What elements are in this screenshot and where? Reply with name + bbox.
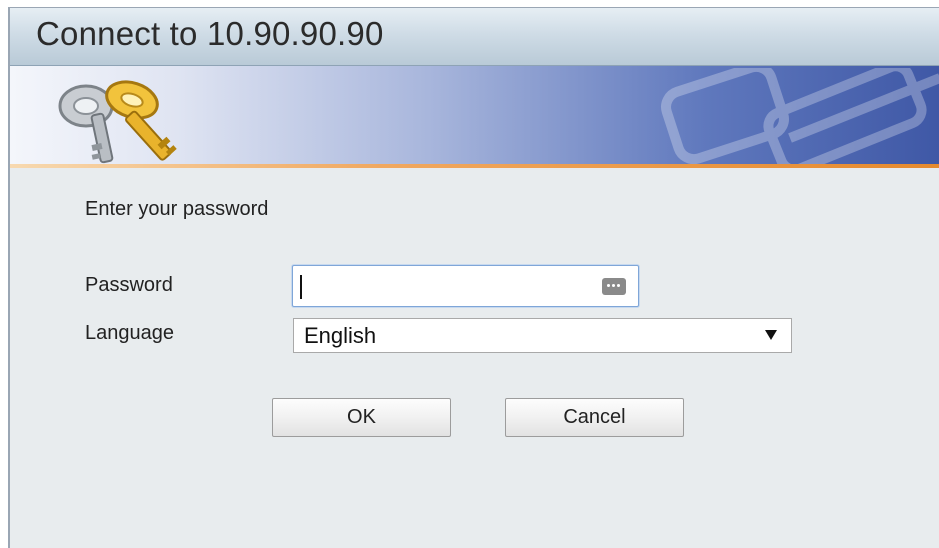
ok-button[interactable]: OK — [272, 398, 451, 437]
keys-watermark-icon — [661, 68, 939, 164]
language-select[interactable]: English — [293, 318, 792, 353]
cancel-button[interactable]: Cancel — [505, 398, 684, 437]
password-label: Password — [85, 274, 173, 296]
title-bar: Connect to 10.90.90.90 — [10, 8, 939, 66]
language-label: Language — [85, 322, 174, 344]
window-title: Connect to 10.90.90.90 — [36, 15, 384, 52]
text-caret — [300, 275, 302, 299]
keys-icon — [58, 80, 177, 164]
login-dialog: Connect to 10.90.90.90 Enter your passwo… — [8, 7, 939, 548]
language-selected-value: English — [304, 323, 377, 348]
password-prompt: Enter your password — [85, 198, 269, 220]
chevron-down-icon[interactable] — [765, 330, 777, 340]
password-field[interactable] — [292, 265, 639, 307]
password-dots-icon[interactable] — [602, 278, 626, 295]
